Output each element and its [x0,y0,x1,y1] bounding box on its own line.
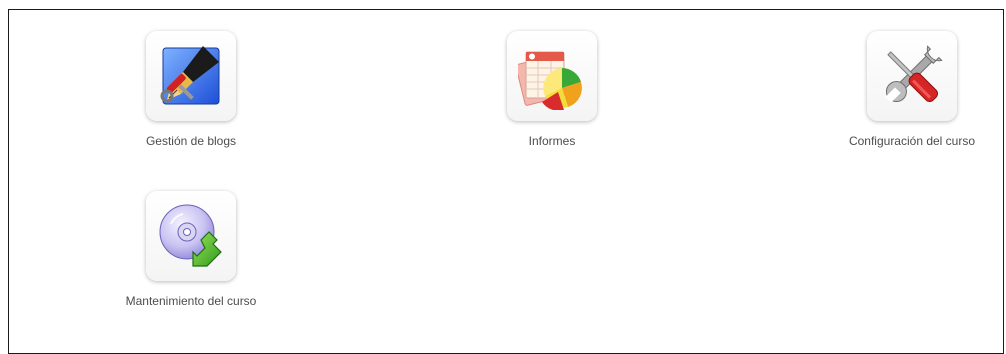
blog-management-tile[interactable] [146,31,236,121]
tool-course-maintenance[interactable]: Mantenimiento del curso [101,191,281,308]
tool-label[interactable]: Gestión de blogs [101,134,281,148]
disc-download-icon [159,204,222,267]
reports-chart-icon [518,51,582,110]
blog-management-icon [160,46,220,105]
wrench-screwdriver-icon [885,45,943,103]
course-settings-tile[interactable] [867,31,957,121]
tools-panel: Gestión de blogs Informes Configuración … [8,9,1004,354]
tool-label[interactable]: Mantenimiento del curso [101,294,281,308]
reports-tile[interactable] [507,31,597,121]
tool-blog-management[interactable]: Gestión de blogs [101,31,281,148]
tool-label[interactable]: Informes [462,134,642,148]
course-maintenance-tile[interactable] [146,191,236,281]
tool-label[interactable]: Configuración del curso [822,134,1002,148]
tool-course-settings[interactable]: Configuración del curso [822,31,1002,148]
tool-reports[interactable]: Informes [462,31,642,148]
